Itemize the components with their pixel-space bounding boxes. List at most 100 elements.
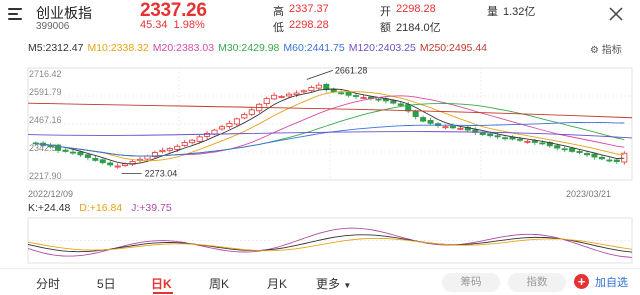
candle-down (77, 151, 84, 156)
indicator-label: 指标 (601, 45, 622, 56)
y-tick-label: 2591.79 (29, 87, 62, 97)
amount-value: 2184.0亿 (396, 22, 441, 34)
candle-down (99, 159, 106, 164)
change-percent: 1.98% (173, 19, 205, 31)
ma-line (35, 121, 625, 157)
candle-up (263, 98, 270, 104)
ma-item: M10:2338.32 (87, 42, 149, 54)
candlestick-chart[interactable]: 2716.422591.792467.162342.532217.902661.… (0, 58, 640, 268)
candle-down (390, 100, 397, 104)
ma-item: M30:2429.98 (218, 42, 280, 54)
candle-down (494, 135, 501, 138)
candle-down (427, 120, 434, 124)
candle-up (524, 140, 531, 143)
candle-down (576, 151, 583, 153)
menu-icon[interactable] (8, 6, 26, 20)
max-price-annotation: 2661.28 (335, 65, 368, 75)
min-price-annotation: 2273.04 (145, 169, 178, 179)
candle-down (397, 103, 404, 106)
candle-down (531, 140, 538, 143)
settings-icon: ⚙ (590, 45, 599, 56)
candle-down (84, 154, 91, 158)
ma-legend: M5:2312.47 M10:2338.32 M20:2383.03 M30:2429… (28, 42, 491, 54)
volume-label: 量 (487, 6, 498, 18)
candle-up (226, 122, 233, 127)
candle-up (286, 93, 293, 97)
candle-down (330, 89, 337, 93)
ma-line (35, 91, 625, 162)
stock-code: 399006 (36, 21, 70, 32)
candle-up (166, 148, 173, 151)
index-button[interactable]: 指数 (508, 273, 566, 292)
candle-up (114, 165, 121, 168)
price-change: 45.34 1.98% (140, 19, 211, 31)
candle-up (241, 113, 248, 119)
add-watchlist-button[interactable]: 加自选 (595, 274, 628, 290)
candle-up (293, 92, 300, 96)
low-value: 2298.28 (289, 19, 329, 31)
candle-down (62, 149, 69, 152)
candle-down (569, 147, 576, 152)
close-icon[interactable] (608, 6, 624, 22)
candle-down (345, 91, 352, 96)
stock-name: 创业板指 (36, 5, 92, 21)
kdj-j: J:+39.75 (131, 202, 172, 214)
ma-item: M120:2403.25 (348, 42, 416, 54)
high-value: 2337.37 (289, 3, 329, 15)
chevron-down-icon: ▼ (343, 281, 352, 290)
candle-up (308, 87, 315, 91)
candle-down (412, 110, 419, 118)
tab-monthly-k[interactable]: 月K (267, 275, 287, 292)
candle-up (159, 149, 166, 153)
candle-down (613, 159, 620, 162)
tab-weekly-k[interactable]: 周K (209, 275, 229, 292)
kdj-k: K:+24.48 (28, 202, 71, 214)
candle-up (248, 109, 255, 115)
candle-down (502, 137, 509, 140)
candle-up (442, 126, 449, 129)
amount-label: 额 (380, 22, 391, 34)
tab-intraday[interactable]: 分时 (36, 275, 60, 292)
change-value: 45.34 (140, 19, 168, 31)
candle-down (420, 117, 427, 122)
y-tick-label: 2217.90 (29, 171, 62, 181)
ma-item: M20:2383.03 (152, 42, 215, 54)
candle-down (584, 153, 591, 156)
candle-down (69, 151, 76, 154)
chips-button[interactable]: 筹码 (442, 273, 500, 292)
candle-up (360, 97, 367, 99)
max-pointer (306, 70, 333, 80)
candle-down (92, 158, 99, 161)
open-value: 2298.28 (396, 3, 436, 15)
end-date: 2023/03/21 (566, 189, 612, 199)
candle-up (189, 139, 196, 144)
candle-up (211, 129, 218, 135)
candle-down (375, 98, 382, 101)
candle-down (561, 148, 568, 151)
volume-value: 1.32亿 (503, 6, 536, 18)
tab-5day[interactable]: 5日 (97, 275, 116, 292)
add-icon[interactable]: + (574, 274, 589, 289)
open-label: 开 (380, 6, 391, 18)
ma-item: M60:2441.75 (283, 42, 345, 54)
candle-down (107, 162, 114, 166)
candle-up (271, 94, 278, 100)
indicator-button[interactable]: ⚙ 指标 (590, 41, 622, 56)
candle-down (353, 95, 360, 97)
candle-up (278, 96, 285, 98)
candle-down (598, 156, 605, 160)
candle-down (487, 133, 494, 137)
candle-down (449, 125, 456, 129)
tab-more[interactable]: 更多 ▼ (316, 275, 351, 292)
candle-up (196, 136, 203, 142)
candle-down (606, 159, 613, 162)
candle-up (300, 90, 307, 93)
candle-up (315, 84, 322, 89)
tab-daily-k[interactable]: 日K (151, 275, 172, 292)
candle-down (539, 142, 546, 145)
ma-item: M250:2495.44 (419, 42, 487, 54)
kdj-legend: K:+24.48 D:+16.84 J:+39.75 (28, 202, 178, 214)
low-label: 低 (273, 22, 284, 34)
y-tick-label: 2467.16 (29, 115, 62, 125)
candle-down (509, 136, 516, 140)
